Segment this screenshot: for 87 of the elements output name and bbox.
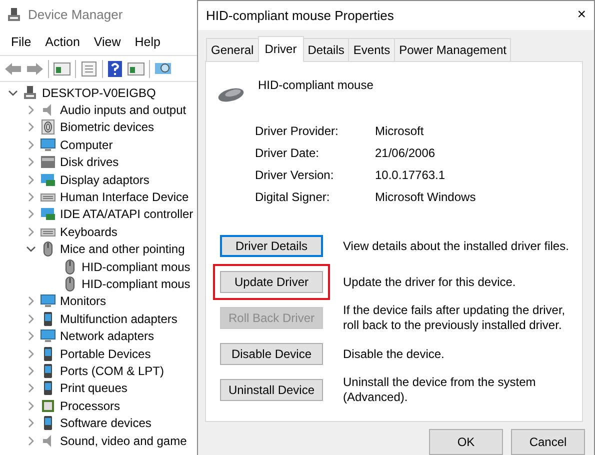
tab[interactable]: General bbox=[206, 38, 259, 61]
menu-item[interactable]: Action bbox=[38, 33, 87, 52]
tab[interactable]: Power Management bbox=[394, 38, 512, 61]
tree-item[interactable]: IDE ATA/ATAPI controller bbox=[60, 205, 194, 224]
tree-item[interactable]: HID-compliant mous bbox=[82, 275, 190, 293]
window-title: Device Manager bbox=[28, 6, 123, 24]
tree-item[interactable]: Portable Devices bbox=[60, 344, 151, 363]
tree-item[interactable]: Computer bbox=[60, 136, 113, 154]
property-value: 10.0.17763.1 bbox=[375, 167, 446, 184]
button-description: If the device fails after updating the driver, roll back to the previously installed driver. bbox=[343, 303, 566, 333]
tree-item[interactable]: Print queues bbox=[60, 379, 128, 398]
tree-item[interactable]: Biometric devices bbox=[60, 118, 154, 136]
dialog-title: HID-compliant mouse Properties bbox=[206, 6, 394, 25]
menu-item[interactable]: File bbox=[4, 33, 38, 52]
button[interactable]: Driver Details bbox=[220, 235, 323, 257]
button-description: Disable the device. bbox=[343, 346, 444, 362]
button-description: Uninstall the device from the system (Advanced). bbox=[343, 375, 537, 405]
drive-icon bbox=[40, 154, 56, 170]
tree-item[interactable]: Mice and other pointing bbox=[60, 240, 185, 258]
expand-chevron-icon[interactable] bbox=[26, 366, 36, 376]
tree-item[interactable]: Network adapters bbox=[60, 327, 154, 346]
tree-item[interactable]: Keyboards bbox=[60, 222, 118, 241]
collapse-chevron-icon[interactable] bbox=[26, 244, 36, 254]
tree-item[interactable]: HID-compliant mous bbox=[82, 258, 190, 276]
expand-chevron-icon[interactable] bbox=[26, 140, 36, 150]
expand-chevron-icon[interactable] bbox=[26, 209, 36, 220]
button-description: Update the driver for this device. bbox=[343, 274, 516, 290]
adapter-card-icon bbox=[40, 172, 56, 188]
window-icon[interactable] bbox=[127, 60, 145, 76]
window-icon[interactable] bbox=[53, 60, 71, 76]
property-value: Microsoft Windows bbox=[375, 189, 476, 206]
monitor-icon bbox=[40, 328, 56, 344]
tree-item[interactable]: Processors bbox=[60, 396, 120, 415]
back-icon[interactable] bbox=[4, 62, 22, 76]
expand-chevron-icon[interactable] bbox=[26, 348, 36, 359]
monitor-icon bbox=[40, 136, 56, 153]
property-value: 21/06/2006 bbox=[375, 145, 436, 162]
tree-item[interactable]: Ports (COM & LPT) bbox=[60, 362, 164, 380]
button[interactable]: Cancel bbox=[511, 429, 585, 455]
property-label: Driver Provider: bbox=[255, 123, 340, 140]
button[interactable]: Uninstall Device bbox=[220, 379, 323, 401]
expand-chevron-icon[interactable] bbox=[26, 174, 36, 185]
expand-chevron-icon[interactable] bbox=[26, 418, 36, 428]
chip-icon bbox=[40, 398, 56, 414]
expand-chevron-icon[interactable] bbox=[26, 400, 36, 411]
monitor-icon bbox=[40, 293, 56, 310]
tree-item[interactable]: Multifunction adapters bbox=[60, 310, 178, 328]
button[interactable]: Update Driver bbox=[220, 271, 323, 293]
tree-item[interactable]: Software devices bbox=[60, 414, 152, 432]
expand-chevron-icon[interactable] bbox=[26, 314, 36, 324]
help-icon[interactable] bbox=[107, 60, 123, 78]
property-label: Digital Signer: bbox=[255, 189, 331, 206]
forward-icon[interactable] bbox=[26, 62, 44, 76]
menu-item[interactable]: View bbox=[86, 33, 128, 52]
tree-item[interactable]: Disk drives bbox=[60, 153, 119, 172]
expand-chevron-icon[interactable] bbox=[26, 331, 36, 342]
button[interactable]: OK bbox=[429, 429, 503, 455]
property-value: Microsoft bbox=[375, 123, 424, 140]
expand-chevron-icon[interactable] bbox=[26, 157, 36, 168]
tree-item[interactable]: Human Interface Device bbox=[60, 188, 189, 206]
expand-chevron-icon[interactable] bbox=[26, 436, 36, 446]
button[interactable]: Disable Device bbox=[220, 343, 323, 365]
scan-icon[interactable] bbox=[154, 60, 172, 76]
tree-item[interactable]: DESKTOP-V0EIGBQ bbox=[42, 84, 156, 102]
close-button[interactable]: × bbox=[577, 4, 586, 27]
adapter-card-icon bbox=[40, 206, 56, 222]
property-label: Driver Version: bbox=[255, 167, 335, 184]
tree-item[interactable]: Monitors bbox=[60, 292, 106, 310]
collapse-chevron-icon[interactable] bbox=[8, 88, 18, 98]
expand-chevron-icon[interactable] bbox=[26, 226, 36, 237]
tab[interactable]: Driver bbox=[258, 36, 304, 62]
menu-item[interactable]: Help bbox=[128, 33, 168, 52]
fingerprint-icon bbox=[40, 119, 56, 136]
computer-icon bbox=[6, 7, 22, 23]
list-icon[interactable] bbox=[80, 60, 98, 76]
tree-item[interactable]: Display adaptors bbox=[60, 170, 150, 189]
tree-item[interactable]: Sound, video and game bbox=[60, 432, 187, 450]
tree-item[interactable]: Audio inputs and output bbox=[60, 101, 186, 120]
computer-icon bbox=[22, 84, 38, 101]
expand-chevron-icon[interactable] bbox=[26, 296, 36, 306]
expand-chevron-icon[interactable] bbox=[26, 383, 36, 394]
expand-chevron-icon[interactable] bbox=[26, 122, 36, 132]
expand-chevron-icon[interactable] bbox=[26, 192, 36, 202]
expand-chevron-icon[interactable] bbox=[26, 105, 36, 116]
property-label: Driver Date: bbox=[255, 145, 320, 162]
button-description: View details about the installed driver files. bbox=[343, 238, 569, 254]
device-name: HID-compliant mouse bbox=[258, 77, 374, 94]
